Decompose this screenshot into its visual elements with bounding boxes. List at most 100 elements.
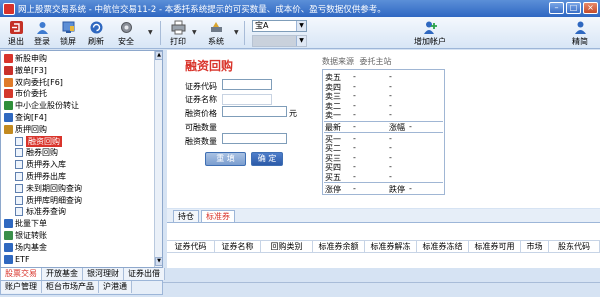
tree-item[interactable]: 查询[F4] [4,112,47,123]
financing-qty-input[interactable] [222,133,287,144]
query-icon [4,113,13,122]
security-name-label: 证券名称 [185,95,217,104]
etf-icon [4,254,13,264]
tab-securities-lending[interactable]: 证券出借 [124,268,165,280]
document-icon [15,195,23,205]
tab-galaxy-wealth[interactable]: 银河理财 [83,268,124,280]
chevron-down-icon[interactable]: ▼ [296,21,306,31]
quote-cell: - [409,183,412,193]
print-button[interactable]: 打印 [164,19,192,47]
quote-row: 最新 - 涨幅 - [325,122,443,132]
dual-order-icon [4,77,13,87]
add-account-button[interactable]: 增加帐户 [410,19,450,47]
column-header[interactable]: 标准券余额 [313,241,365,253]
tree-item[interactable]: 新股申购 [4,53,47,64]
login-button[interactable]: 登录 [28,19,56,47]
column-header[interactable]: 标准券可用 [469,241,521,253]
tab-positions[interactable]: 持仓 [173,210,199,222]
chevron-down-icon[interactable]: ▼ [296,36,306,46]
refresh-button[interactable]: 刷新 [82,19,110,47]
tab-account-management[interactable]: 账户管理 [1,281,42,293]
tree-item[interactable]: 未到期回购查询 [15,183,82,194]
quote-cell: - [353,72,356,81]
document-icon [15,172,23,181]
quote-cell: - [409,122,412,131]
security-button[interactable]: 安全 [112,19,140,47]
column-header[interactable]: 证券代码 [167,241,215,253]
column-header[interactable]: 回购类别 [261,241,313,253]
print-dropdown-arrow[interactable]: ▼ [192,29,197,36]
close-button[interactable]: × [583,2,598,14]
tree-item[interactable]: ETF [4,254,30,265]
tab-shanghai-hk-connect[interactable]: 沪港通 [99,281,132,293]
reset-button[interactable]: 重 填 [205,152,246,166]
tree-item[interactable]: 市价委托 [4,88,47,99]
tree-item-label: 场内基金 [15,242,47,252]
tree-item-label: 标准券查询 [26,207,66,217]
tree-scrollbar[interactable]: ▲ ▼ [154,51,162,267]
tree-item[interactable]: 质押回购 [4,124,47,135]
column-header[interactable]: 证券名称 [215,241,261,253]
quote-cell: 涨停 [325,184,341,194]
column-header[interactable]: 市场 [521,241,549,253]
cancel-order-icon [4,65,13,75]
column-header[interactable]: 股东代码 [549,241,600,253]
system-dropdown-arrow[interactable]: ▼ [234,29,239,36]
tree-item[interactable]: 场内基金 [4,242,47,253]
tab-open-fund[interactable]: 开放基金 [42,268,83,280]
font-size-select[interactable]: 宝A ▼ [252,20,307,32]
document-icon [15,160,23,170]
tree-item[interactable]: 质押券入库 [15,159,66,170]
quote-row: 卖五 - - [325,72,443,82]
tree-item-label: 双向委托[F6] [15,77,63,87]
tree-item[interactable]: 双向委托[F6] [4,77,63,88]
tree-item-label: 质押库明细查询 [26,195,82,205]
quote-cell: - [353,110,356,120]
quote-cell: 卖四 [325,82,341,92]
quote-cell: - [389,152,392,162]
tree-item[interactable]: 批量下单 [4,218,47,229]
sme-icon [4,101,13,111]
simple-mode-button[interactable]: 精简 [566,19,594,47]
quote-cell: 买二 [325,144,341,154]
quote-cell: - [389,143,392,153]
tree-item[interactable]: 质押券出库 [15,171,66,182]
exit-button[interactable]: 退出 [2,19,30,47]
tree-item[interactable]: 撤单[F3] [4,65,47,76]
security-dropdown-arrow[interactable]: ▼ [148,29,153,36]
scroll-down-icon[interactable]: ▼ [155,257,162,266]
document-icon [15,148,23,158]
tree-item[interactable]: 融资回购 [15,135,62,147]
maximize-button[interactable]: □ [566,2,581,14]
scroll-up-icon[interactable]: ▲ [155,51,162,60]
tab-standard-bonds[interactable]: 标准券 [201,210,235,222]
repo-folder-icon [4,124,13,134]
bottom-tab-bar: 持仓 标准券 [167,209,600,222]
tree-item[interactable]: 融券回购 [15,147,58,158]
account-select[interactable]: ▼ [252,35,307,47]
tab-stock-trade[interactable]: 股票交易 [1,268,42,280]
tree-item[interactable]: 质押库明细查询 [15,195,82,206]
quote-cell: 卖二 [325,101,341,111]
minimize-button[interactable]: – [549,2,564,14]
document-icon [15,183,23,193]
tree-item[interactable]: 标准券查询 [15,206,66,217]
quote-cell: 买五 [325,173,341,182]
data-source-label: 数据来源 [322,57,354,66]
security-code-input[interactable] [222,79,272,90]
tab-otc-products[interactable]: 柜台市场产品 [42,281,99,293]
new-stock-icon [4,54,13,63]
confirm-button[interactable]: 确 定 [251,152,283,166]
left-tabs-row1: 股票交易 开放基金 银河理财 证券出借 [0,268,165,281]
login-user-icon [34,19,50,35]
column-header[interactable]: 标准券冻结 [417,241,469,253]
tree-item[interactable]: 银证转账 [4,230,47,241]
batch-order-icon [4,219,13,229]
tree-item[interactable]: 中小企业股份转让 [4,100,79,111]
financing-price-input[interactable] [222,106,287,117]
column-header[interactable]: 标准券解冻 [365,241,417,253]
lock-screen-button[interactable]: 锁屏 [54,19,82,47]
system-button[interactable]: 系统 [202,19,230,47]
bank-transfer-icon [4,231,13,240]
quote-cell: - [353,152,356,162]
